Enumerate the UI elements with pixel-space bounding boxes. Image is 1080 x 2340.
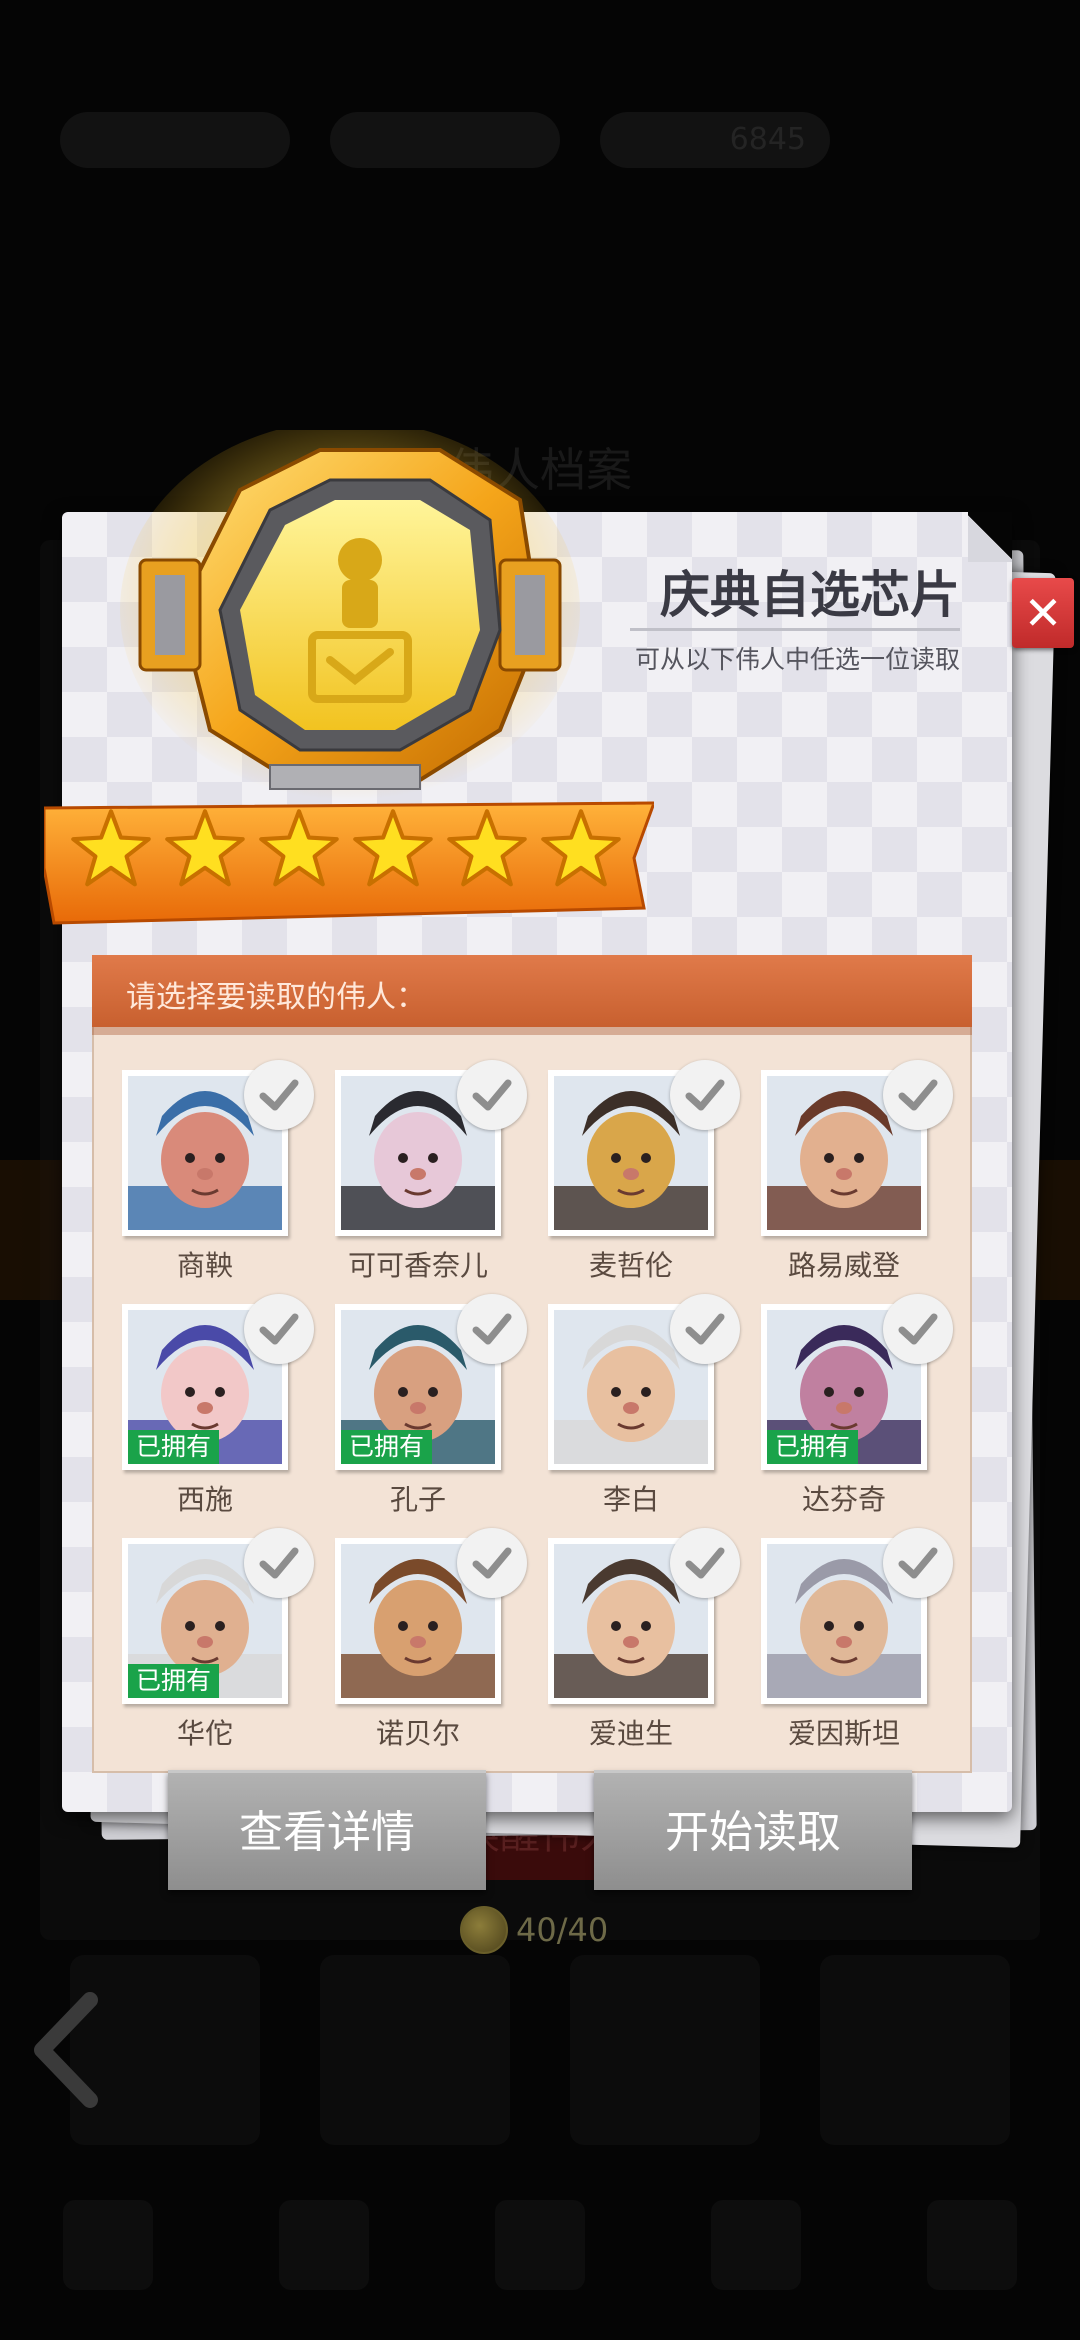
- selection-header-shadow: [92, 1027, 972, 1035]
- check-icon: [685, 1079, 725, 1111]
- background-thumbnail: [570, 1955, 760, 2145]
- hero-name: 可可香奈儿: [347, 1249, 488, 1282]
- select-check-button[interactable]: [670, 1060, 740, 1130]
- check-icon: [472, 1313, 512, 1345]
- hero-card[interactable]: 已拥有西施: [110, 1294, 323, 1528]
- owned-badge: 已拥有: [128, 1430, 220, 1464]
- screen: 6845 伟人档案 唤醒伟人 40/40 庆典自选芯片 可从以下伟人中任选: [0, 0, 1080, 2340]
- hero-card[interactable]: 路易威登: [749, 1060, 962, 1294]
- close-icon: ✕: [1023, 586, 1063, 640]
- close-button[interactable]: ✕: [1012, 578, 1074, 648]
- star-icon: [259, 809, 339, 887]
- check-icon: [685, 1313, 725, 1345]
- owned-badge: 已拥有: [767, 1430, 859, 1464]
- background-thumbnail: [320, 1955, 510, 2145]
- hero-name: 诺贝尔: [375, 1717, 460, 1750]
- hero-card[interactable]: 已拥有达芬奇: [749, 1294, 962, 1528]
- hero-name: 商鞅: [176, 1249, 233, 1282]
- hero-card[interactable]: 已拥有孔子: [323, 1294, 536, 1528]
- hero-card[interactable]: 诺贝尔: [323, 1528, 536, 1762]
- background-tab: [495, 2200, 585, 2290]
- check-icon: [898, 1547, 938, 1579]
- hero-name: 华佗: [176, 1717, 233, 1750]
- resource-slot-3: 6845: [600, 112, 830, 168]
- check-icon: [898, 1079, 938, 1111]
- star-icon: [71, 809, 151, 887]
- hero-card[interactable]: 李白: [536, 1294, 749, 1528]
- start-reading-button[interactable]: 开始读取: [594, 1770, 912, 1890]
- resource-slot-2: [330, 112, 560, 168]
- title-underline: [630, 628, 960, 631]
- hero-card[interactable]: 爱迪生: [536, 1528, 749, 1762]
- check-icon: [259, 1313, 299, 1345]
- select-check-button[interactable]: [244, 1060, 314, 1130]
- owned-badge: 已拥有: [128, 1664, 220, 1698]
- chip-counter: 40/40: [460, 1905, 608, 1955]
- hero-grid: 商鞅 可可香奈儿 麦哲伦 路易威登 已拥有 西施 已拥有 孔子 李白 已拥有 达芬奇 已拥有 华佗 诺贝尔…: [110, 1060, 960, 1762]
- hero-card[interactable]: 已拥有华佗: [110, 1528, 323, 1762]
- hero-name: 路易威登: [787, 1249, 900, 1282]
- back-arrow-icon[interactable]: [30, 1990, 100, 2110]
- background-tab: [63, 2200, 153, 2290]
- hero-card[interactable]: 可可香奈儿: [323, 1060, 536, 1294]
- chip-emblem-icon: [120, 430, 580, 800]
- select-check-button[interactable]: [883, 1060, 953, 1130]
- dialog-title: 庆典自选芯片: [660, 566, 960, 624]
- hero-card[interactable]: 麦哲伦: [536, 1060, 749, 1294]
- view-details-button[interactable]: 查看详情: [168, 1770, 486, 1890]
- star-icon: [165, 809, 245, 887]
- check-icon: [472, 1547, 512, 1579]
- hero-name: 爱因斯坦: [787, 1717, 900, 1750]
- star-icon: [541, 809, 621, 887]
- select-check-button[interactable]: [883, 1294, 953, 1364]
- star-icon: [447, 809, 527, 887]
- select-check-button[interactable]: [883, 1528, 953, 1598]
- coin-icon: [460, 1906, 508, 1954]
- hero-name: 麦哲伦: [588, 1249, 673, 1282]
- select-check-button[interactable]: [670, 1294, 740, 1364]
- hero-name: 达芬奇: [801, 1483, 886, 1516]
- check-icon: [685, 1547, 725, 1579]
- hero-card[interactable]: 商鞅: [110, 1060, 323, 1294]
- hero-name: 西施: [176, 1483, 233, 1516]
- select-check-button[interactable]: [244, 1528, 314, 1598]
- background-tab: [927, 2200, 1017, 2290]
- paper-curl: [968, 512, 1012, 562]
- resource-bar: 6845: [0, 80, 1080, 200]
- select-check-button[interactable]: [457, 1528, 527, 1598]
- dialog-subtitle: 可从以下伟人中任选一位读取: [634, 645, 960, 674]
- resource-slot-1: [60, 112, 290, 168]
- check-icon: [259, 1547, 299, 1579]
- star-rating: [70, 808, 622, 890]
- background-tab: [279, 2200, 369, 2290]
- background-thumbnails: [40, 1940, 1040, 2160]
- background-tab: [711, 2200, 801, 2290]
- check-icon: [259, 1079, 299, 1111]
- background-tab-bar: [0, 2180, 1080, 2310]
- selection-prompt: 请选择要读取的伟人：: [126, 980, 426, 1015]
- hero-name: 李白: [602, 1483, 659, 1516]
- star-icon: [353, 809, 433, 887]
- select-check-button[interactable]: [244, 1294, 314, 1364]
- check-icon: [898, 1313, 938, 1345]
- select-check-button[interactable]: [457, 1294, 527, 1364]
- hero-card[interactable]: 爱因斯坦: [749, 1528, 962, 1762]
- select-check-button[interactable]: [457, 1060, 527, 1130]
- chip-counter-value: 40/40: [516, 1911, 609, 1949]
- hero-name: 孔子: [389, 1483, 446, 1516]
- background-thumbnail: [820, 1955, 1010, 2145]
- check-icon: [472, 1079, 512, 1111]
- hero-name: 爱迪生: [588, 1717, 673, 1750]
- owned-badge: 已拥有: [341, 1430, 433, 1464]
- select-check-button[interactable]: [670, 1528, 740, 1598]
